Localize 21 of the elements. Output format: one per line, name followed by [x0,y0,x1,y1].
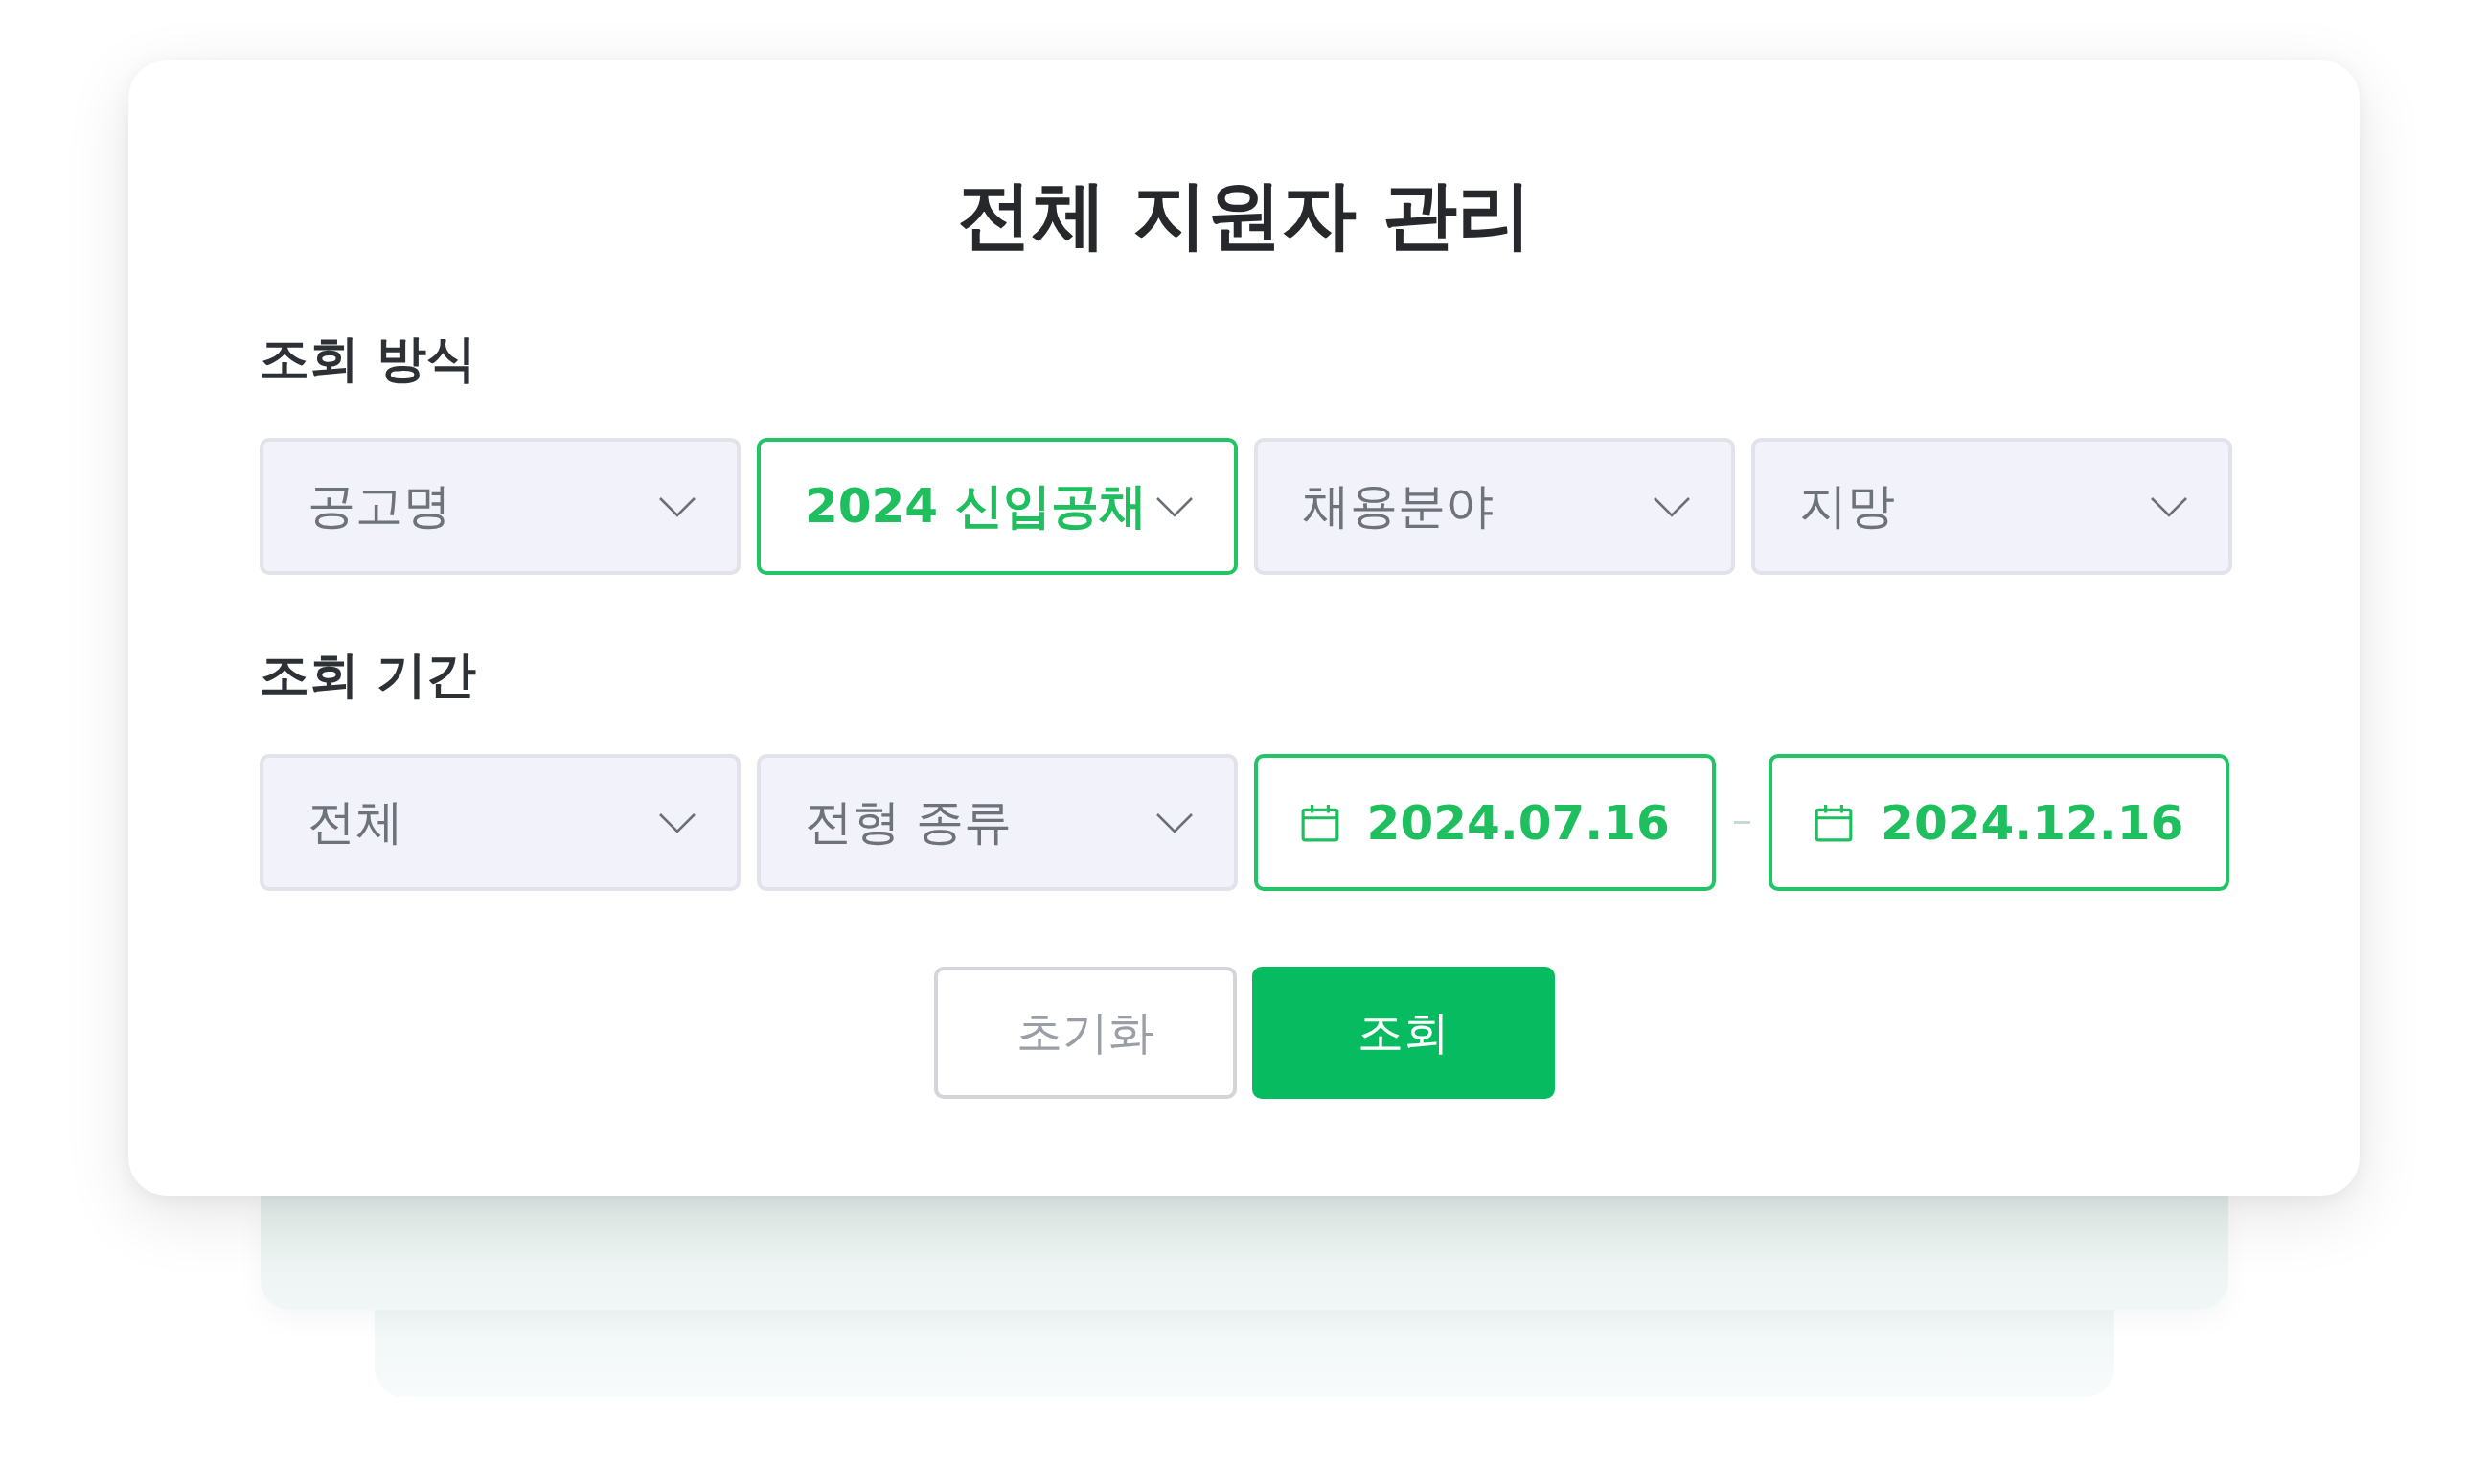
chevron-down-icon [658,811,696,833]
dropdown-field[interactable]: 지망 [1751,438,2232,575]
date-field[interactable]: 2024.07.16 [1254,754,1716,891]
chevron-down-icon [1155,495,1194,517]
section-label: 조회 방식 [260,329,478,389]
chevron-down-icon [1155,811,1194,833]
chevron-down-icon [1653,495,1691,517]
search-button[interactable]: 조회 [1252,967,1555,1099]
dropdown-field[interactable]: 전체 [260,754,741,891]
chevron-down-icon [2150,495,2188,517]
dropdown-field[interactable]: 2024 신입공채 [757,438,1238,575]
dropdown-field[interactable]: 채용분야 [1254,438,1735,575]
dialog-title: 전체 지원자 관리 [955,171,1534,260]
date-field[interactable]: 2024.12.16 [1768,754,2229,891]
dropdown-field[interactable]: 공고명 [260,438,741,575]
calendar-icon [1299,802,1340,843]
chevron-down-icon [658,495,696,517]
reset-button[interactable]: 초기화 [934,967,1237,1099]
section-label: 조회 기간 [260,645,478,705]
calendar-icon [1814,802,1855,843]
dropdown-field[interactable]: 전형 종류 [757,754,1238,891]
